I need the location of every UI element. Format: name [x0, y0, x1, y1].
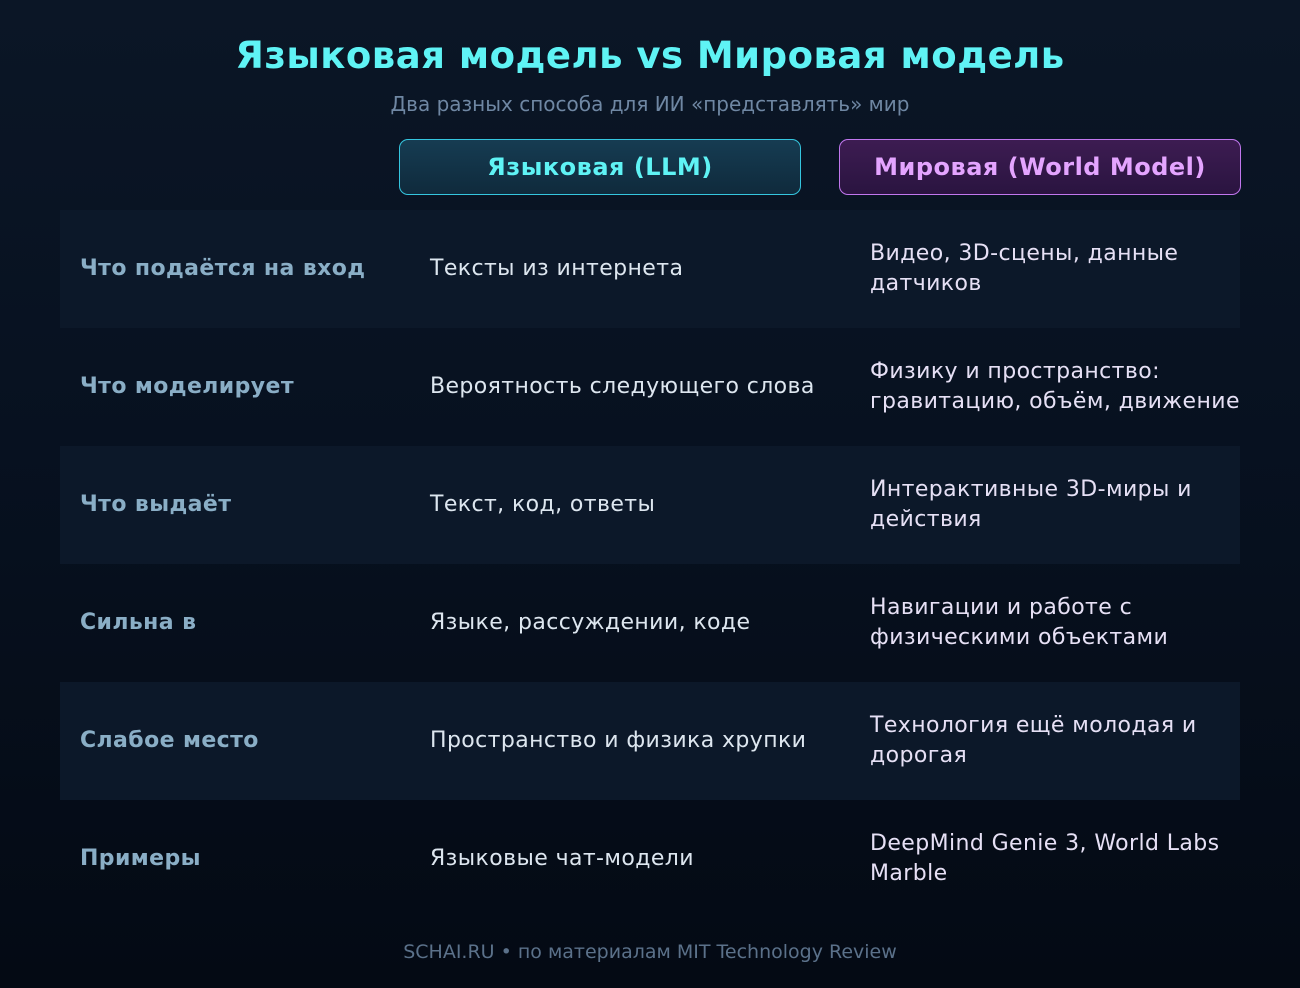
- page-subtitle: Два разных способа для ИИ «представлять»…: [390, 92, 910, 116]
- world-model-cell: DeepMind Genie 3, World Labs Marble: [870, 831, 1220, 886]
- world-model-cell: Навигации и работе с физическими объекта…: [870, 595, 1169, 650]
- row-label: Что моделирует: [80, 374, 294, 399]
- column-header-world-model: Мировая (World Model): [839, 139, 1241, 195]
- world-model-cell: Физику и пространство: гравитацию, объём…: [870, 359, 1240, 414]
- world-model-cell: Интерактивные 3D-миры и действия: [870, 477, 1192, 532]
- llm-cell: Пространство и физика хрупки: [430, 728, 807, 753]
- llm-cell: Вероятность следующего слова: [430, 374, 815, 399]
- comparison-row-models: Что моделирует Вероятность следующего сл…: [60, 328, 1240, 446]
- page-title: Языковая модель vs Мировая модель: [235, 34, 1065, 77]
- row-label: Что подаётся на вход: [80, 256, 366, 281]
- row-label: Сильна в: [80, 610, 197, 635]
- source-footer: SCHAI.RU • по материалам MIT Technology …: [403, 941, 897, 963]
- row-label: Примеры: [80, 846, 201, 871]
- comparison-row-output: Что выдаёт Текст, код, ответы Интерактив…: [60, 446, 1240, 564]
- comparison-row-examples: Примеры Языковые чат-модели DeepMind Gen…: [60, 800, 1240, 918]
- column-header-llm: Языковая (LLM): [399, 139, 801, 195]
- llm-cell: Языковые чат-модели: [430, 846, 694, 871]
- llm-cell: Языке, рассуждении, коде: [430, 610, 751, 635]
- comparison-row-weaknesses: Слабое место Пространство и физика хрупк…: [60, 682, 1240, 800]
- world-model-cell: Видео, 3D-сцены, данные датчиков: [870, 241, 1179, 296]
- llm-cell: Тексты из интернета: [430, 256, 684, 281]
- row-label: Слабое место: [80, 728, 259, 753]
- row-label: Что выдаёт: [80, 492, 232, 517]
- comparison-row-input: Что подаётся на вход Тексты из интернета…: [60, 210, 1240, 328]
- llm-cell: Текст, код, ответы: [430, 492, 656, 517]
- world-model-cell: Технология ещё молодая и дорогая: [870, 713, 1197, 768]
- comparison-row-strengths: Сильна в Языке, рассуждении, коде Навига…: [60, 564, 1240, 682]
